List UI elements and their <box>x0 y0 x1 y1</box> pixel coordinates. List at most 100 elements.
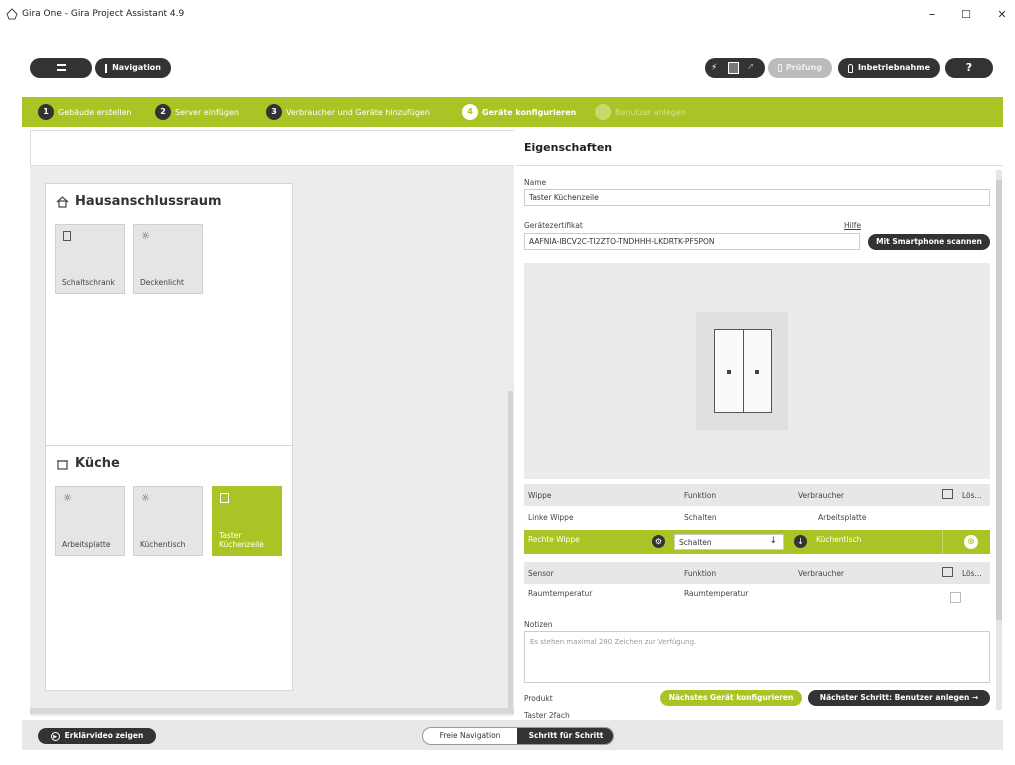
step-number: 5 <box>595 104 611 120</box>
wand-icon[interactable]: ⚡ <box>711 63 721 73</box>
col-header: Wippe <box>528 491 552 500</box>
menu-button[interactable] <box>30 58 92 78</box>
play-icon: ▶ <box>50 731 60 741</box>
unlink-icon[interactable] <box>942 567 953 577</box>
cert-label: Gerätezertifikat <box>524 221 583 230</box>
function-select[interactable]: Schalten ↓ <box>674 534 784 550</box>
name-input[interactable]: Taster Küchenzeile <box>524 189 990 206</box>
table-row[interactable]: Linke Wippe Schalten Arbeitsplatte <box>524 506 990 528</box>
properties-panel: Name Taster Küchenzeile Gerätezertifikat… <box>516 166 996 720</box>
sensor-checkbox[interactable] <box>950 592 961 603</box>
video-button[interactable]: ▶ Erklärvideo zeigen <box>38 728 156 744</box>
switch-frame <box>696 312 788 430</box>
function-settings-icon[interactable]: ⚙ <box>652 535 665 548</box>
navigation-button[interactable]: Navigation <box>95 58 171 78</box>
cabinet-icon <box>63 231 71 244</box>
col-header: Funktion <box>684 569 717 578</box>
verbraucher-cell: Arbeitsplatte <box>818 513 867 522</box>
unlink-icon[interactable] <box>942 489 953 499</box>
switch-icon <box>220 493 229 506</box>
room-name: Küche <box>75 456 120 471</box>
pruefung-button[interactable]: Prüfung <box>768 58 832 78</box>
funktion-cell: Raumtemperatur <box>684 589 749 598</box>
col-header: Lös... <box>962 569 982 578</box>
device-tile[interactable]: Schaltschrank <box>55 224 125 294</box>
check-icon <box>778 64 782 72</box>
tile-label: Deckenlicht <box>140 278 184 287</box>
device-preview <box>524 263 990 479</box>
cert-input[interactable]: AAFNIA-IBCV2C-TI2ZTO-TNDHHH-LKDRTK-PF5PO… <box>524 233 860 250</box>
mode-free-option[interactable]: Freie Navigation <box>423 728 517 744</box>
device-tile[interactable]: ☼ Deckenlicht <box>133 224 203 294</box>
next-device-button[interactable]: Nächstes Gerät konfigurieren <box>660 690 802 706</box>
col-header: Sensor <box>528 569 554 578</box>
room-title: Hausanschlussraum <box>56 194 222 209</box>
notes-placeholder: Es stehen maximal 280 Zeichen zur Verfüg… <box>530 638 697 646</box>
step-label: Benutzer anlegen <box>615 107 686 117</box>
step-1[interactable]: 1 Gebäude erstellen <box>38 104 132 120</box>
product-label: Produkt <box>524 694 553 703</box>
device-tile[interactable]: ☼ Küchentisch <box>133 486 203 556</box>
room-canvas[interactable]: Hausanschlussraum Schaltschrank ☼ Decken… <box>30 166 514 716</box>
next-step-button[interactable]: Nächster Schritt: Benutzer anlegen → <box>808 690 990 706</box>
sensor-table-header: Sensor Funktion Verbraucher Lös... <box>524 562 990 584</box>
left-scrollbar[interactable] <box>508 391 513 711</box>
table-row[interactable]: Raumtemperatur Raumtemperatur <box>524 584 990 606</box>
inbetriebnahme-button[interactable]: Inbetriebnahme <box>838 58 940 78</box>
title-bar: Gira One - Gira Project Assistant 4.9 – … <box>0 0 1015 30</box>
step-2[interactable]: 2 Server einfügen <box>155 104 239 120</box>
step-label: Geräte konfigurieren <box>482 107 577 117</box>
step-number: 4 <box>462 104 478 120</box>
col-header: Funktion <box>684 491 717 500</box>
left-panel-header <box>30 130 514 166</box>
step-label: Gebäude erstellen <box>58 107 132 117</box>
notes-label: Notizen <box>524 620 553 629</box>
step-3[interactable]: 3 Verbraucher und Geräte hinzufügen <box>266 104 430 120</box>
sensor-cell: Raumtemperatur <box>528 589 593 598</box>
name-label: Name <box>524 178 547 187</box>
tile-label: Arbeitsplatte <box>62 540 111 549</box>
scan-button[interactable]: Mit Smartphone scannen <box>868 234 990 250</box>
help-button[interactable]: ? <box>945 58 993 78</box>
product-value: Taster 2fach <box>524 711 570 720</box>
step-number: 3 <box>266 104 282 120</box>
right-scrollbar-thumb[interactable] <box>996 180 1002 620</box>
right-scrollbar[interactable] <box>996 170 1002 710</box>
device-tile[interactable]: ☼ Arbeitsplatte <box>55 486 125 556</box>
room-card-kueche[interactable]: Küche ☼ Arbeitsplatte ☼ Küchentisch Tast… <box>45 445 293 691</box>
funktion-cell: Schalten <box>684 513 717 522</box>
chevron-down-icon: ↓ <box>769 536 777 546</box>
minimize-button[interactable]: – <box>924 7 940 23</box>
mode-step-option[interactable]: Schritt für Schritt <box>517 728 613 744</box>
device-tile-selected[interactable]: Taster Küchenzeile <box>212 486 282 556</box>
light-icon: ☼ <box>141 231 150 242</box>
switch-rockers <box>714 329 772 413</box>
step-number: 2 <box>155 104 171 120</box>
device-icon[interactable] <box>728 62 739 74</box>
step-5[interactable]: 5 Benutzer anlegen <box>595 104 686 120</box>
close-button[interactable]: ✕ <box>994 7 1010 23</box>
remove-icon[interactable]: ⊗ <box>964 535 978 549</box>
maximize-button[interactable]: ☐ <box>958 7 974 23</box>
light-icon: ☼ <box>63 493 72 504</box>
tile-label: Taster Küchenzeile <box>219 531 264 549</box>
hamburger-menu-icon <box>56 64 66 71</box>
help-link[interactable]: Hilfe <box>844 221 861 230</box>
horizontal-scrollbar[interactable] <box>30 708 514 714</box>
table-row-selected[interactable]: Rechte Wippe ⚙ Schalten ↓ ↓ Küchentisch … <box>524 530 990 554</box>
step-4[interactable]: 4 Geräte konfigurieren <box>462 104 576 120</box>
tool-group: ⚡ ➚ <box>705 58 765 78</box>
wizard-step-bar: 1 Gebäude erstellen 2 Server einfügen 3 Ver… <box>22 97 1003 127</box>
navigation-label: Navigation <box>112 63 161 72</box>
properties-title: Eigenschaften <box>524 141 613 154</box>
left-rocker-led <box>727 370 731 374</box>
arrow-down-icon[interactable]: ↓ <box>794 535 807 548</box>
room-card-hausanschlussraum[interactable]: Hausanschlussraum Schaltschrank ☼ Decken… <box>45 183 293 455</box>
tile-label: Schaltschrank <box>62 278 115 287</box>
step-label: Server einfügen <box>175 107 239 117</box>
room-name: Hausanschlussraum <box>75 194 222 209</box>
notes-textarea[interactable]: Es stehen maximal 280 Zeichen zur Verfüg… <box>524 631 990 683</box>
mode-toggle[interactable]: Freie Navigation Schritt für Schritt <box>422 727 614 745</box>
pruefung-label: Prüfung <box>785 63 822 72</box>
arrow-icon[interactable]: ➚ <box>747 62 755 72</box>
